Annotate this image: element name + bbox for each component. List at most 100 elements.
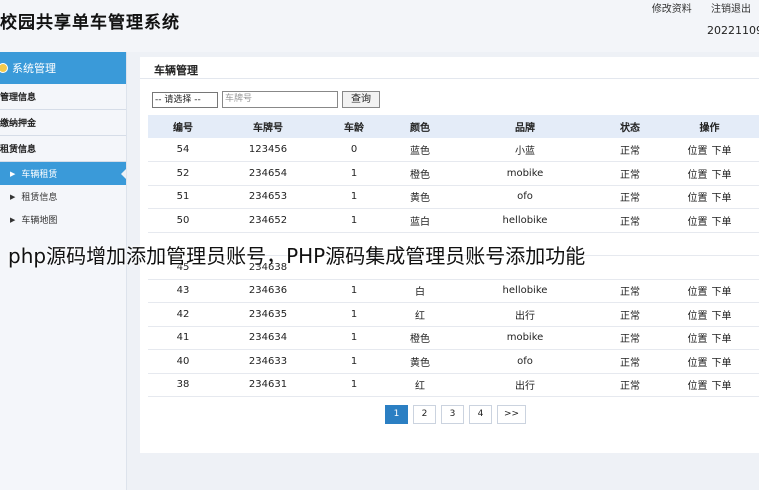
locate-link[interactable]: 位置 bbox=[688, 358, 708, 369]
order-link[interactable]: 下单 bbox=[712, 146, 732, 157]
triangle-right-icon: ▶ bbox=[10, 169, 16, 178]
page-button-4[interactable]: 4 bbox=[469, 405, 492, 424]
row-actions: 位置 下单 bbox=[660, 161, 759, 186]
sidebar-item-vehicle-map[interactable]: ▶ 车辆地图 bbox=[0, 208, 126, 231]
query-button[interactable]: 查询 bbox=[342, 91, 380, 108]
table-row: 38 234631 1 红出行 正常 位置 下单 bbox=[148, 373, 759, 397]
app-title: 校园共享单车管理系统 bbox=[0, 13, 180, 33]
page-title: 车辆管理 bbox=[140, 57, 759, 79]
table-cell: 正常 bbox=[600, 208, 660, 233]
table-cell: 1 bbox=[318, 326, 390, 350]
order-link[interactable]: 下单 bbox=[712, 287, 732, 298]
table-cell: 51 bbox=[148, 185, 218, 209]
sidebar-section-deposit[interactable]: 缴纳押金 bbox=[0, 110, 126, 136]
triangle-right-icon: ▶ bbox=[10, 192, 16, 201]
sidebar-item-vehicle-rental[interactable]: ▶ 车辆租赁 bbox=[0, 162, 126, 185]
table-cell: ofo bbox=[450, 349, 600, 374]
table-cell: 234633 bbox=[218, 349, 318, 374]
page-button-2[interactable]: 2 bbox=[413, 405, 436, 424]
table-cell: 234654 bbox=[218, 161, 318, 186]
page-button-1[interactable]: 1 bbox=[385, 405, 408, 424]
table-cell: 正常 bbox=[600, 161, 660, 186]
table-cell: 234652 bbox=[218, 208, 318, 233]
table-cell: 234653 bbox=[218, 185, 318, 209]
table-cell: 52 bbox=[148, 161, 218, 186]
table-cell: 红 bbox=[390, 302, 450, 327]
locate-link[interactable]: 位置 bbox=[688, 381, 708, 392]
filter-bar: -- 请选择 -- 车牌号 查询 bbox=[152, 91, 380, 108]
sidebar-section-admin-info[interactable]: 管理信息 bbox=[0, 84, 126, 110]
order-link[interactable]: 下单 bbox=[712, 311, 732, 322]
table-cell: 正常 bbox=[600, 302, 660, 327]
column-header: 状态 bbox=[600, 115, 660, 138]
table-cell: 0 bbox=[318, 138, 390, 162]
order-link[interactable]: 下单 bbox=[712, 358, 732, 369]
table-cell: 正常 bbox=[600, 349, 660, 374]
table-row: 50 234652 1 蓝白 hellobike 正常 位置 下单 bbox=[148, 208, 759, 233]
locate-link[interactable]: 位置 bbox=[688, 334, 708, 345]
edit-profile-link[interactable]: 修改资料 bbox=[652, 4, 692, 15]
table-cell: 白 bbox=[390, 279, 450, 303]
table-cell: 54 bbox=[148, 138, 218, 162]
gear-icon bbox=[0, 63, 8, 73]
plate-number-input[interactable]: 车牌号 bbox=[222, 91, 338, 108]
locate-link[interactable]: 位置 bbox=[688, 217, 708, 228]
column-header: 品牌 bbox=[450, 115, 600, 138]
table-cell: 1 bbox=[318, 349, 390, 374]
table-cell: 橙色 bbox=[390, 161, 450, 186]
table-cell: 红 bbox=[390, 373, 450, 397]
row-actions: 位置 下单 bbox=[660, 349, 759, 374]
logout-link[interactable]: 注销退出 bbox=[711, 4, 751, 15]
table-cell: 橙色 bbox=[390, 326, 450, 350]
page-button-3[interactable]: 3 bbox=[441, 405, 464, 424]
table-cell: 1 bbox=[318, 208, 390, 233]
locate-link[interactable]: 位置 bbox=[688, 193, 708, 204]
column-header: 车龄 bbox=[318, 115, 390, 138]
next-page-button[interactable]: >> bbox=[497, 405, 526, 424]
sidebar-section-rental-info[interactable]: 租赁信息 bbox=[0, 136, 126, 162]
locate-link[interactable]: 位置 bbox=[688, 311, 708, 322]
sidebar-item-label: 租赁信息 bbox=[21, 193, 58, 203]
sidebar-item-label: 车辆地图 bbox=[21, 216, 58, 226]
table-cell: 40 bbox=[148, 349, 218, 374]
table-cell: 43 bbox=[148, 279, 218, 303]
locate-link[interactable]: 位置 bbox=[688, 287, 708, 298]
order-link[interactable]: 下单 bbox=[712, 193, 732, 204]
table-cell: 41 bbox=[148, 326, 218, 350]
row-actions: 位置 下单 bbox=[660, 302, 759, 327]
order-link[interactable]: 下单 bbox=[712, 170, 732, 181]
table-cell: 蓝白 bbox=[390, 208, 450, 233]
table-cell: 38 bbox=[148, 373, 218, 397]
row-actions: 位置 下单 bbox=[660, 208, 759, 233]
top-links: 修改资料 注销退出 bbox=[636, 0, 751, 15]
locate-link[interactable]: 位置 bbox=[688, 146, 708, 157]
locate-link[interactable]: 位置 bbox=[688, 170, 708, 181]
table-cell: 出行 bbox=[450, 373, 600, 397]
sidebar-header[interactable]: 系统管理 bbox=[0, 52, 126, 84]
table-cell: 50 bbox=[148, 208, 218, 233]
category-select[interactable]: -- 请选择 -- bbox=[152, 91, 218, 108]
table-cell: 1 bbox=[318, 161, 390, 186]
table-row: 42 234635 1 红出行 正常 位置 下单 bbox=[148, 302, 759, 327]
table-cell: 黄色 bbox=[390, 185, 450, 209]
order-link[interactable]: 下单 bbox=[712, 334, 732, 345]
table-header-row: 编号 车牌号 车龄 颜色 品牌 状态 操作 bbox=[148, 115, 759, 138]
table-row: 54 123456 0 蓝色 小蓝 正常 位置 下单 bbox=[148, 138, 759, 162]
date-display: 20221109 bbox=[707, 24, 759, 37]
sidebar-item-rental-info[interactable]: ▶ 租赁信息 bbox=[0, 185, 126, 208]
table-cell: 小蓝 bbox=[450, 138, 600, 162]
table-cell: 正常 bbox=[600, 138, 660, 162]
order-link[interactable]: 下单 bbox=[712, 217, 732, 228]
order-link[interactable]: 下单 bbox=[712, 381, 732, 392]
table-cell: 234636 bbox=[218, 279, 318, 303]
table-cell: 234631 bbox=[218, 373, 318, 397]
table-cell: 正常 bbox=[600, 373, 660, 397]
table-cell: 1 bbox=[318, 302, 390, 327]
table-cell: 黄色 bbox=[390, 349, 450, 374]
table-cell: 1 bbox=[318, 373, 390, 397]
table-cell: ofo bbox=[450, 185, 600, 209]
table-row: 52 234654 1 橙色 mobike 正常 位置 下单 bbox=[148, 161, 759, 186]
table-cell bbox=[600, 255, 660, 280]
table-cell: 蓝色 bbox=[390, 138, 450, 162]
column-header: 车牌号 bbox=[218, 115, 318, 138]
